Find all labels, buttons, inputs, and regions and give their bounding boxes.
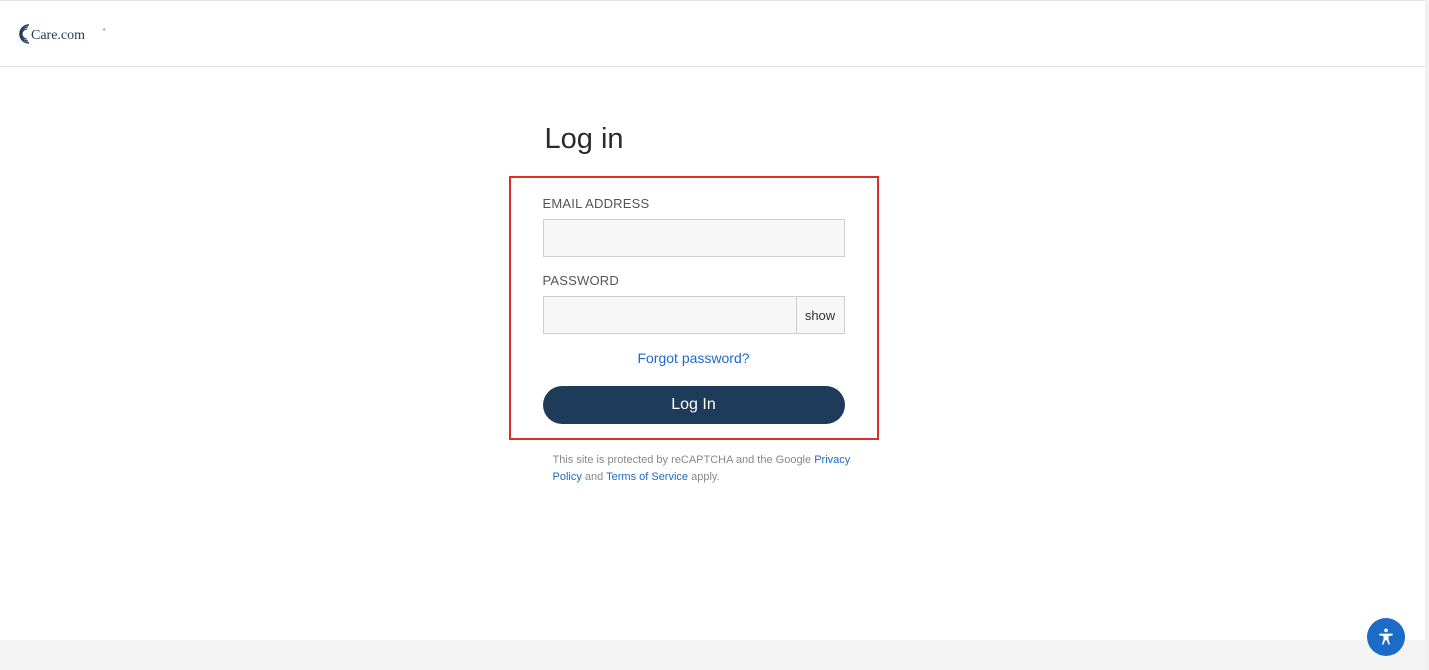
terms-of-service-link[interactable]: Terms of Service: [606, 471, 688, 483]
login-form-highlight: EMAIL ADDRESS PASSWORD show Forgot passw…: [509, 176, 879, 440]
svg-text:Care.com: Care.com: [31, 28, 85, 43]
email-input[interactable]: [543, 219, 845, 257]
email-field-group: EMAIL ADDRESS: [543, 196, 845, 257]
site-header: Care.com ®: [0, 1, 1429, 67]
footer-band: [0, 640, 1425, 670]
svg-text:®: ®: [103, 28, 106, 32]
accessibility-button[interactable]: [1367, 618, 1405, 656]
forgot-password-link[interactable]: Forgot password?: [637, 350, 749, 366]
recaptcha-text-suffix: apply.: [688, 471, 720, 483]
vertical-scrollbar[interactable]: [1425, 0, 1429, 670]
forgot-password-row: Forgot password?: [543, 350, 845, 368]
login-container: Log in EMAIL ADDRESS PASSWORD show Forgo…: [545, 123, 885, 485]
recaptcha-text-middle: and: [582, 471, 606, 483]
recaptcha-text-prefix: This site is protected by reCAPTCHA and …: [553, 454, 815, 466]
accessibility-icon: [1376, 627, 1396, 647]
password-input-row: show: [543, 296, 845, 334]
recaptcha-notice: This site is protected by reCAPTCHA and …: [545, 452, 885, 485]
brand-logo[interactable]: Care.com ®: [14, 20, 124, 48]
main-content: Log in EMAIL ADDRESS PASSWORD show Forgo…: [0, 67, 1429, 485]
password-input[interactable]: [544, 297, 796, 333]
email-label: EMAIL ADDRESS: [543, 196, 845, 211]
password-label: PASSWORD: [543, 273, 845, 288]
login-submit-button[interactable]: Log In: [543, 386, 845, 424]
care-logo-icon: Care.com ®: [14, 20, 124, 48]
show-password-button[interactable]: show: [796, 297, 844, 333]
password-field-group: PASSWORD show: [543, 273, 845, 334]
page-title: Log in: [545, 123, 885, 156]
